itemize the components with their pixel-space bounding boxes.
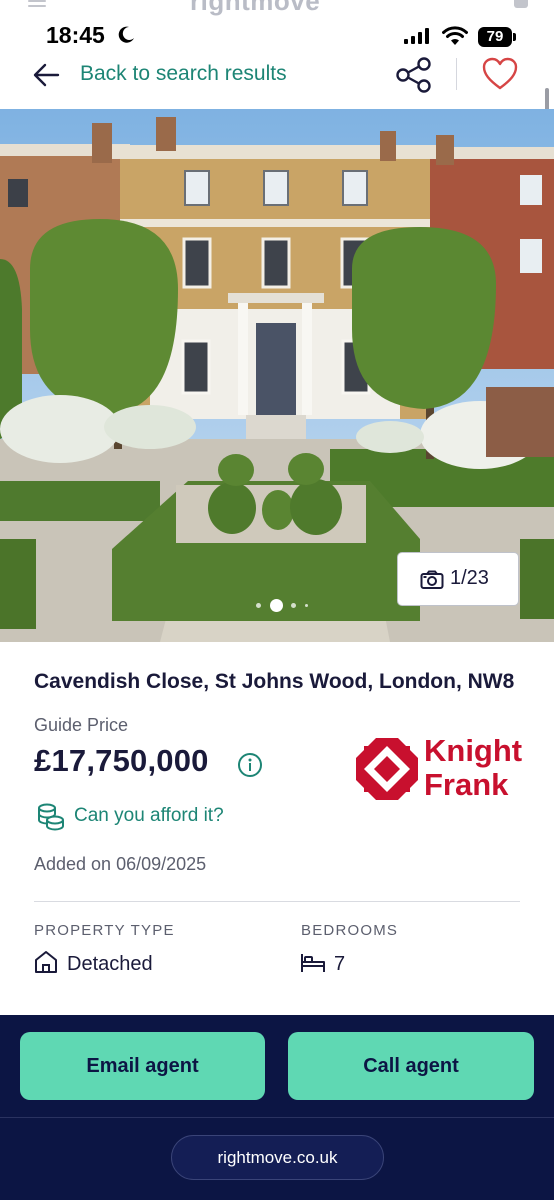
share-icon[interactable] — [394, 56, 434, 94]
signal-icon — [404, 28, 429, 44]
photo-counter-button[interactable]: 1/23 — [397, 552, 519, 606]
gallery-dot[interactable] — [291, 603, 296, 608]
nav-divider — [456, 58, 457, 90]
account-icon — [514, 0, 528, 8]
house-icon — [35, 951, 57, 973]
added-date: Added on 06/09/2025 — [34, 854, 207, 874]
agent-logo-mark — [356, 738, 418, 800]
affordability-label: Can you afford it? — [74, 805, 224, 826]
email-agent-button[interactable]: Email agent — [20, 1032, 265, 1100]
gallery-dot[interactable] — [305, 604, 308, 607]
bed-icon — [301, 954, 325, 972]
bedrooms-value: 7 — [334, 953, 346, 975]
back-to-search-link[interactable]: Back to search results — [80, 62, 287, 86]
photo-count: 1/23 — [450, 567, 489, 589]
camera-icon — [420, 570, 444, 589]
status-time: 18:45 — [46, 22, 105, 48]
top-nav: Back to search results — [0, 52, 554, 102]
call-agent-button[interactable]: Call agent — [288, 1032, 534, 1100]
menu-icon — [28, 0, 46, 8]
previous-page-peek: rightmove — [0, 0, 554, 16]
info-icon[interactable] — [237, 752, 263, 778]
rightmove-logo: rightmove — [190, 0, 321, 16]
agent-logo-knight-frank[interactable]: Knight Frank — [356, 734, 522, 802]
gallery-dot-active[interactable] — [270, 599, 283, 612]
property-address: Cavendish Close, St Johns Wood, London, … — [34, 670, 515, 693]
contact-action-bar: Email agent Call agent — [0, 1015, 554, 1118]
back-arrow-icon[interactable] — [32, 62, 60, 88]
property-type-value: Detached — [67, 953, 153, 975]
bedrooms-label: BEDROOMS — [301, 922, 399, 939]
heart-icon[interactable] — [481, 56, 519, 92]
browser-url-bar: rightmove.co.uk — [0, 1118, 554, 1200]
section-divider — [34, 901, 520, 902]
wifi-icon — [442, 26, 468, 45]
moon-icon — [118, 26, 134, 43]
battery-tip — [513, 33, 516, 41]
status-bar: 18:45 79 — [0, 16, 554, 56]
property-price: £17,750,000 — [34, 743, 209, 778]
agent-name-line2: Frank — [424, 767, 509, 802]
coins-icon — [38, 803, 64, 831]
battery-indicator: 79 — [478, 27, 512, 47]
address-field[interactable]: rightmove.co.uk — [171, 1135, 384, 1180]
gallery-dot[interactable] — [256, 603, 261, 608]
price-qualifier: Guide Price — [34, 715, 129, 735]
property-type-label: PROPERTY TYPE — [34, 922, 175, 939]
agent-name-line1: Knight — [424, 733, 523, 768]
